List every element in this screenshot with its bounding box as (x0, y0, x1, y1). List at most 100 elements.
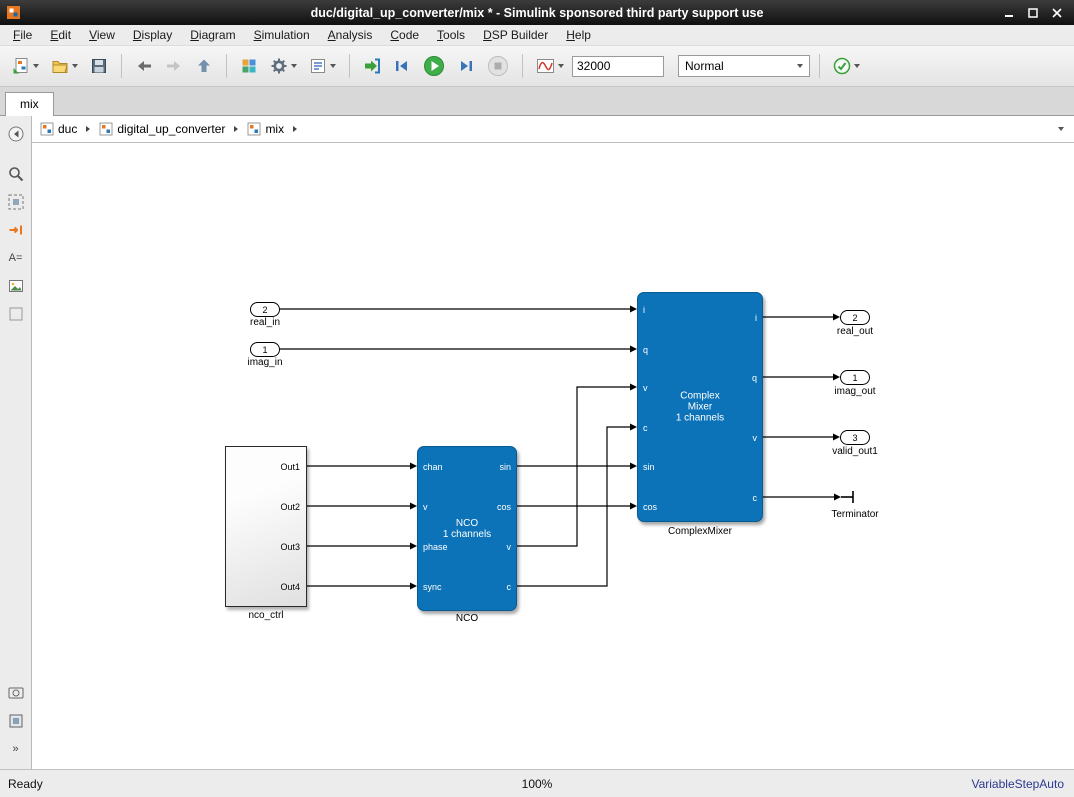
expand-palette-button[interactable]: » (4, 737, 28, 761)
block-nco-ctrl-label: nco_ctrl (248, 610, 283, 621)
port-label: sin (499, 462, 511, 472)
maximize-button[interactable] (1026, 6, 1040, 20)
block-terminator[interactable] (838, 488, 862, 506)
camera-icon (7, 684, 25, 702)
fit-to-view-button[interactable] (4, 190, 28, 214)
block-terminator-label: Terminator (831, 509, 878, 520)
step-back-button[interactable] (389, 53, 415, 79)
stop-button[interactable] (483, 51, 513, 81)
statusbar: Ready 100% VariableStepAuto (0, 769, 1074, 797)
breadcrumb-item-mix[interactable]: mix (245, 120, 286, 138)
hardware-board-icon (7, 712, 25, 730)
outport-imag-out[interactable]: 1 (840, 370, 870, 385)
sim-mode-value: Normal (685, 59, 724, 73)
sim-stop-time-input[interactable] (572, 56, 664, 77)
menu-dsp-builder[interactable]: DSP Builder (474, 26, 557, 44)
breadcrumb-item-duc[interactable]: duc (38, 120, 79, 138)
zoom-button[interactable] (4, 162, 28, 186)
block-complex-mixer[interactable]: i q v c sin cos i q v c Complex Mixer 1 … (637, 292, 763, 522)
toolbar-separator (819, 54, 820, 78)
port-label: q (752, 373, 757, 383)
port-number: 2 (852, 313, 857, 323)
new-model-button[interactable] (8, 53, 43, 79)
breadcrumb-separator-icon (234, 126, 238, 132)
solver-indicator[interactable]: VariableStepAuto (971, 777, 1064, 791)
run-button[interactable] (419, 51, 449, 81)
data-inspector-button[interactable] (532, 53, 568, 79)
menu-help[interactable]: Help (557, 26, 600, 44)
port-label: c (643, 423, 648, 433)
port-label: chan (423, 462, 443, 472)
settings-button[interactable] (266, 53, 301, 79)
forward-arrow-icon (165, 57, 183, 75)
model-icon (40, 122, 54, 136)
breadcrumb-separator-icon (293, 126, 297, 132)
run-icon (423, 55, 445, 77)
chevron-down-icon (797, 64, 803, 68)
menu-file[interactable]: File (4, 26, 41, 44)
titlebar: duc/digital_up_converter/mix * - Simulin… (0, 0, 1074, 25)
inport-real-in[interactable]: 2 (250, 302, 280, 317)
menu-analysis[interactable]: Analysis (319, 26, 382, 44)
breadcrumb: duc digital_up_converter mix (32, 116, 1074, 143)
port-label: Out1 (280, 462, 300, 472)
block-nco-label: NCO (456, 613, 478, 624)
hide-browser-button[interactable] (4, 122, 28, 146)
menu-display[interactable]: Display (124, 26, 181, 44)
box-area-button[interactable] (4, 302, 28, 326)
up-button[interactable] (191, 53, 217, 79)
close-button[interactable] (1050, 6, 1064, 20)
port-label: cos (497, 502, 511, 512)
breadcrumb-item-digital-up-converter[interactable]: digital_up_converter (97, 120, 227, 138)
menu-edit[interactable]: Edit (41, 26, 80, 44)
menu-simulation[interactable]: Simulation (245, 26, 319, 44)
model-config-button[interactable] (305, 53, 340, 79)
save-button[interactable] (86, 53, 112, 79)
breadcrumb-history-dropdown-icon[interactable] (1058, 127, 1064, 131)
breadcrumb-separator-icon (86, 126, 90, 132)
wires-layer (32, 143, 1073, 769)
window-title: duc/digital_up_converter/mix * - Simulin… (0, 6, 1074, 20)
forward-button[interactable] (161, 53, 187, 79)
model-advisor-button[interactable] (829, 53, 864, 79)
block-nco[interactable]: chan v phase sync sin cos v c NCO 1 chan… (417, 446, 517, 611)
step-forward-button[interactable] (453, 53, 479, 79)
tab-mix[interactable]: mix (5, 92, 54, 116)
library-browser-button[interactable] (236, 53, 262, 79)
connect-target-button[interactable] (359, 53, 385, 79)
block-title: NCO 1 channels (418, 518, 516, 540)
toolbar-separator (121, 54, 122, 78)
back-arrow-icon (135, 57, 153, 75)
port-label: v (507, 542, 512, 552)
image-icon (7, 277, 25, 295)
menu-diagram[interactable]: Diagram (181, 26, 244, 44)
menu-tools[interactable]: Tools (428, 26, 474, 44)
sim-mode-select[interactable]: Normal (678, 55, 810, 77)
outport-valid-out1[interactable]: 3 (840, 430, 870, 445)
annotation-button[interactable]: A= (4, 246, 28, 270)
chevron-down-icon (33, 64, 39, 68)
model-canvas[interactable]: 2 real_in 1 imag_in Out1 Out2 Out3 Out4 … (32, 143, 1074, 769)
menu-code[interactable]: Code (381, 26, 428, 44)
port-label: i (755, 313, 757, 323)
image-button[interactable] (4, 274, 28, 298)
chevron-down-icon (558, 64, 564, 68)
hardware-board-button[interactable] (4, 709, 28, 733)
save-icon (90, 57, 108, 75)
expand-icon: » (12, 743, 18, 755)
outport-real-out[interactable]: 2 (840, 310, 870, 325)
port-label: sync (423, 582, 442, 592)
open-button[interactable] (47, 53, 82, 79)
signal-route-button[interactable] (4, 218, 28, 242)
inport-imag-in[interactable]: 1 (250, 342, 280, 357)
menu-view[interactable]: View (80, 26, 124, 44)
back-button[interactable] (131, 53, 157, 79)
minimize-button[interactable] (1002, 6, 1016, 20)
breadcrumb-label: mix (265, 122, 284, 136)
block-nco-ctrl[interactable]: Out1 Out2 Out3 Out4 (225, 446, 307, 607)
chevron-down-icon (72, 64, 78, 68)
screenshot-button[interactable] (4, 681, 28, 705)
config-list-icon (309, 57, 327, 75)
chevron-down-icon (330, 64, 336, 68)
orange-arrow-icon (7, 221, 25, 239)
